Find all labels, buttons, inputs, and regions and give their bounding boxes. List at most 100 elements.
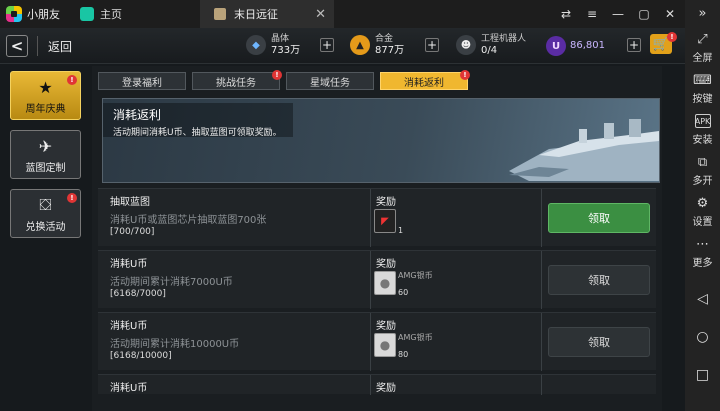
install-apk-button[interactable]: APK 安装 xyxy=(693,114,713,146)
install-label: 安装 xyxy=(692,135,713,146)
back-arrow-icon[interactable]: < xyxy=(6,35,28,57)
more-label: 更多 xyxy=(692,258,713,269)
claim-button[interactable]: 领取 xyxy=(548,327,650,357)
crystal-icon: ◆ xyxy=(246,35,266,55)
game-screen: < 返回 ◆ 晶体 733万 + ▲ 合金 877万 + ☻ 工程机器人 0/4 U … xyxy=(0,28,685,411)
tab-home[interactable]: 主页 xyxy=(70,6,200,22)
multi-instance-label: 多开 xyxy=(692,176,713,187)
fullscreen-button[interactable]: ⤢ 全屏 xyxy=(693,31,713,65)
column-divider xyxy=(541,189,542,247)
task-title: 消耗U币 xyxy=(110,259,148,270)
app-name: 小朋友 xyxy=(27,8,60,21)
window-controls: ⇄ ≡ — ▢ ✕ xyxy=(555,3,685,25)
robot-icon: ☻ xyxy=(456,35,476,55)
robot-name: 工程机器人 xyxy=(481,34,527,44)
reward-quantity: 60 xyxy=(398,288,409,297)
minimize-icon[interactable]: — xyxy=(607,3,629,25)
double-chevron-icon: » xyxy=(698,5,707,21)
battleship-illustration xyxy=(509,119,659,181)
keyboard-icon: ⌨ xyxy=(693,72,712,88)
alloy-name: 合金 xyxy=(375,34,394,44)
collapse-panel-button[interactable]: » xyxy=(695,6,711,23)
multi-instance-button[interactable]: ⧉ 多开 xyxy=(692,155,713,188)
left-nav-blueprint[interactable]: ✈ 蓝图定制 xyxy=(10,130,81,179)
tab-challenge[interactable]: 挑战任务! xyxy=(192,70,282,90)
add-crystal-button[interactable]: + xyxy=(320,38,334,52)
column-divider xyxy=(370,313,371,371)
blueprint-chip-icon: ◤ xyxy=(374,209,396,233)
column-divider xyxy=(370,189,371,247)
task-description: 活动期间累计消耗7000U币 xyxy=(110,277,233,288)
add-alloy-button[interactable]: + xyxy=(425,38,439,52)
android-home-icon[interactable]: ○ xyxy=(696,329,708,349)
app-logo[interactable]: 小朋友 xyxy=(0,6,70,22)
column-divider xyxy=(370,251,371,309)
home-icon xyxy=(80,7,94,21)
alloy-value: 877万 xyxy=(375,45,405,56)
fullscreen-icon: ⤢ xyxy=(697,31,708,47)
reward-header: 奖励 xyxy=(376,383,396,394)
tab-game[interactable]: 末日远征 ✕ xyxy=(200,0,334,28)
app-logo-icon xyxy=(6,6,22,22)
task-title: 消耗U币 xyxy=(110,383,148,394)
event-banner: 消耗返利 活动期间消耗U币、抽取蓝图可领取奖励。 xyxy=(102,98,660,183)
tab-star-domain[interactable]: 星域任务 xyxy=(286,72,374,90)
left-nav-anniversary-label: 周年庆典 xyxy=(25,104,66,115)
crystal-name: 晶体 xyxy=(271,34,290,44)
reward-name: AMG银币 xyxy=(398,333,433,342)
task-row: 消耗U币 活动期间累计消耗10000U币 [6168/10000] 奖励 ● A… xyxy=(98,312,656,371)
column-divider xyxy=(541,251,542,309)
column-divider xyxy=(370,375,371,395)
apk-icon: APK xyxy=(694,114,711,128)
gear-icon: ⚙ xyxy=(696,195,709,211)
gift-icon: ⛋ xyxy=(39,195,52,214)
settings-button[interactable]: ⚙ 设置 xyxy=(692,195,713,229)
android-recents-icon[interactable]: □ xyxy=(696,367,709,387)
silver-coin-icon: ● xyxy=(374,271,396,295)
reward-quantity: 1 xyxy=(398,226,404,235)
shop-badge: ! xyxy=(667,32,677,42)
claim-button[interactable]: 领取 xyxy=(548,265,650,295)
column-divider xyxy=(541,313,542,371)
more-icon: ⋯ xyxy=(696,236,709,252)
game-icon xyxy=(214,8,226,20)
banner-title: 消耗返利 xyxy=(113,108,162,122)
settings-label: 设置 xyxy=(692,217,713,228)
silver-coin-icon: ● xyxy=(374,333,396,357)
android-back-icon[interactable]: ◁ xyxy=(697,291,708,311)
resource-robot: ☻ 工程机器人 0/4 xyxy=(456,34,526,56)
task-row: 消耗U币 奖励 xyxy=(98,374,656,395)
tab-login-rewards[interactable]: 登录福利 xyxy=(98,72,186,90)
tab-spending-rebate-label: 消耗返利 xyxy=(404,77,444,89)
menu-icon[interactable]: ≡ xyxy=(581,3,603,25)
robot-value: 0/4 xyxy=(481,45,498,56)
task-row: 消耗U币 活动期间累计消耗7000U币 [6168/7000] 奖励 ● AMG… xyxy=(98,250,656,309)
keymap-label: 按键 xyxy=(692,94,713,105)
back-label[interactable]: 返回 xyxy=(48,38,72,55)
claim-button[interactable]: 领取 xyxy=(548,203,650,233)
resource-alloy: ▲ 合金 877万 xyxy=(350,34,404,56)
left-nav-anniversary[interactable]: ★ 周年庆典 ! xyxy=(10,71,81,120)
ship-icon: ✈ xyxy=(38,136,53,156)
star-badge-icon: ★ xyxy=(38,77,53,97)
crystal-value: 733万 xyxy=(271,45,301,56)
tab-spending-rebate[interactable]: 消耗返利! xyxy=(380,70,470,90)
tab-login-rewards-label: 登录福利 xyxy=(122,77,162,89)
banner-description: 活动期间消耗U币、抽取蓝图可领取奖励。 xyxy=(113,128,282,138)
column-divider xyxy=(541,375,542,395)
reward-header: 奖励 xyxy=(376,259,396,270)
event-panel: 登录福利 挑战任务! 星域任务 消耗返利! 消耗返利 活动期间消耗U币、抽取蓝图… xyxy=(92,66,662,411)
maximize-icon[interactable]: ▢ xyxy=(633,3,655,25)
add-u-coin-button[interactable]: + xyxy=(627,38,641,52)
keymap-button[interactable]: ⌨ 按键 xyxy=(692,72,713,106)
emulator-title-bar: 小朋友 主页 末日远征 ✕ ⇄ ≡ — ▢ ✕ xyxy=(0,0,685,28)
left-nav-exchange[interactable]: ⛋ 兑换活动 ! xyxy=(10,189,81,238)
more-button[interactable]: ⋯ 更多 xyxy=(692,236,713,270)
close-icon[interactable]: ✕ xyxy=(659,3,681,25)
task-row: 抽取蓝图 消耗U币或蓝图芯片抽取蓝图700张 [700/700] 奖励 ◤ 1 … xyxy=(98,188,656,247)
game-top-bar: < 返回 ◆ 晶体 733万 + ▲ 合金 877万 + ☻ 工程机器人 0/4 U … xyxy=(0,28,685,64)
challenge-badge: ! xyxy=(272,70,282,80)
resource-crystal: ◆ 晶体 733万 xyxy=(246,34,300,56)
switch-icon[interactable]: ⇄ xyxy=(555,3,577,25)
tab-close-icon[interactable]: ✕ xyxy=(315,7,326,22)
